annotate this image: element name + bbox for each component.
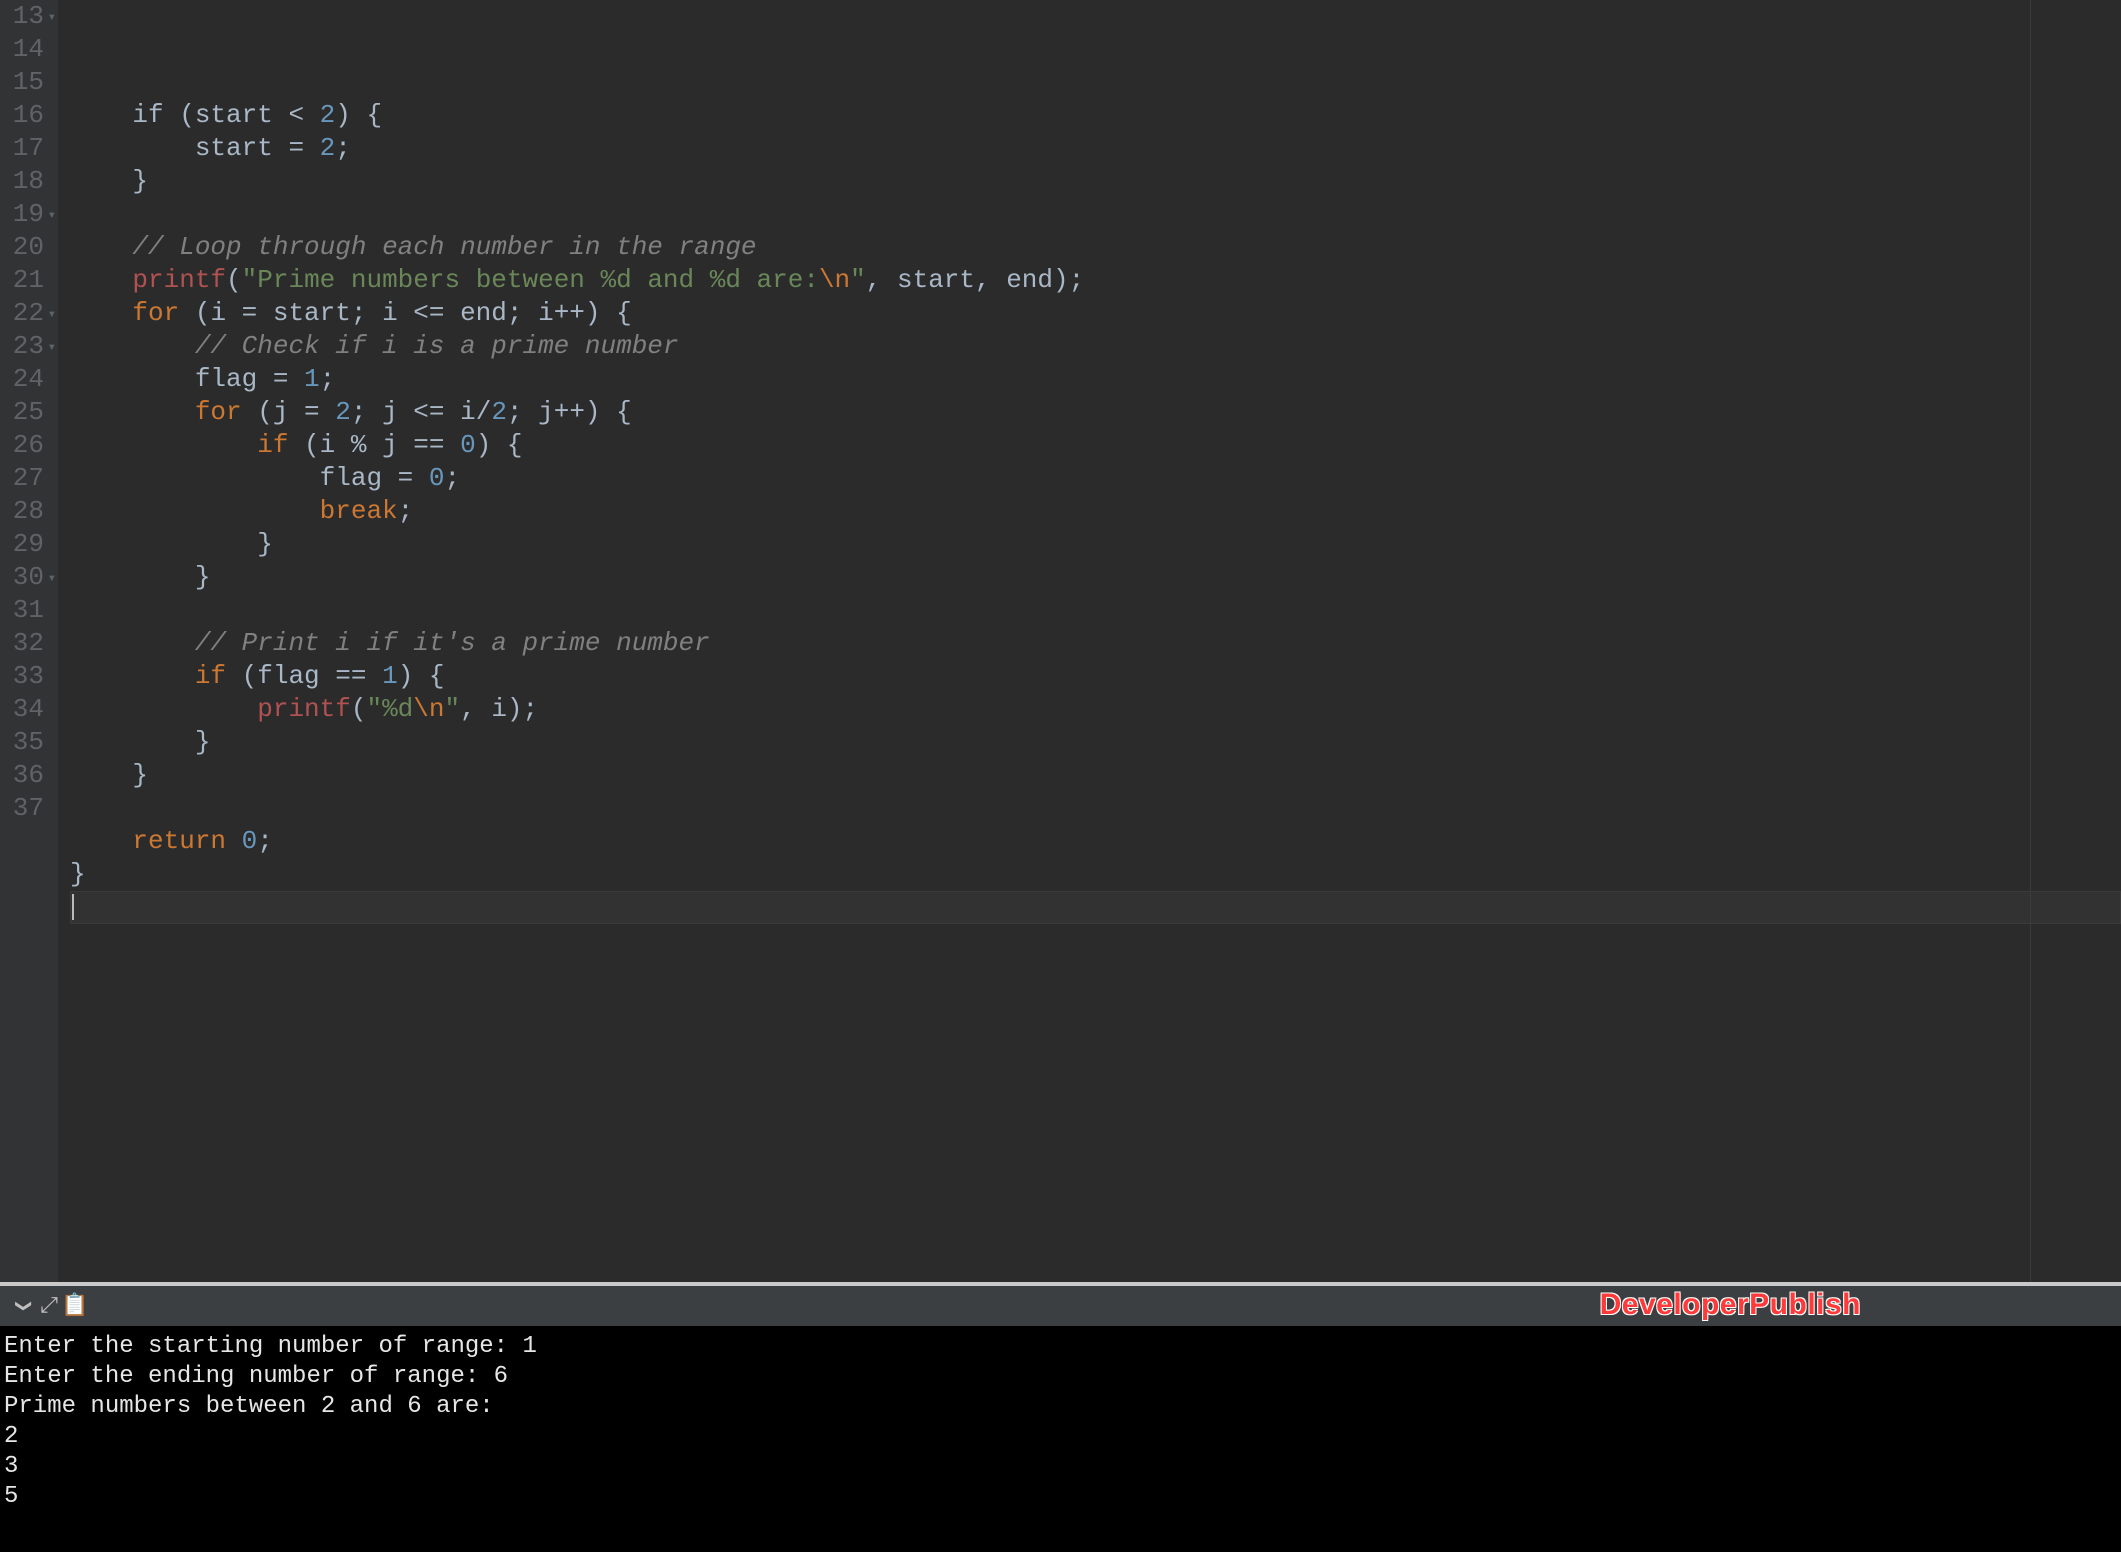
line-number[interactable]: 26 bbox=[8, 429, 44, 462]
code-line[interactable]: // Print i if it's a prime number bbox=[70, 627, 2121, 660]
app-root: 1314151617181920212223242526272829303132… bbox=[0, 0, 2121, 1552]
code-line[interactable] bbox=[70, 891, 2121, 924]
code-line[interactable]: if (i % j == 0) { bbox=[70, 429, 2121, 462]
copy-icon[interactable]: 📋 bbox=[62, 1293, 88, 1319]
line-number[interactable]: 31 bbox=[8, 594, 44, 627]
line-number[interactable]: 27 bbox=[8, 462, 44, 495]
code-line[interactable]: } bbox=[70, 165, 2121, 198]
line-number[interactable]: 25 bbox=[8, 396, 44, 429]
line-number[interactable]: 20 bbox=[8, 231, 44, 264]
code-line[interactable]: flag = 1; bbox=[70, 363, 2121, 396]
editor-pane: 1314151617181920212223242526272829303132… bbox=[0, 0, 2121, 1282]
code-line[interactable]: // Loop through each number in the range bbox=[70, 231, 2121, 264]
code-line[interactable] bbox=[70, 792, 2121, 825]
code-line[interactable]: if (start < 2) { bbox=[70, 99, 2121, 132]
code-line[interactable]: } bbox=[70, 726, 2121, 759]
code-line[interactable] bbox=[70, 594, 2121, 627]
right-margin-guide bbox=[2030, 0, 2031, 1282]
line-number[interactable]: 30 bbox=[8, 561, 44, 594]
line-number[interactable]: 16 bbox=[8, 99, 44, 132]
line-number[interactable]: 35 bbox=[8, 726, 44, 759]
line-number[interactable]: 28 bbox=[8, 495, 44, 528]
watermark-text: DeveloperPublish bbox=[1600, 1288, 1861, 1322]
code-line[interactable]: flag = 0; bbox=[70, 462, 2121, 495]
line-number[interactable]: 32 bbox=[8, 627, 44, 660]
code-line[interactable]: for (i = start; i <= end; i++) { bbox=[70, 297, 2121, 330]
collapse-icon[interactable]: ❯ bbox=[10, 1293, 36, 1319]
code-line[interactable]: } bbox=[70, 858, 2121, 891]
line-number[interactable]: 22 bbox=[8, 297, 44, 330]
line-number[interactable]: 17 bbox=[8, 132, 44, 165]
code-line[interactable]: if (flag == 1) { bbox=[70, 660, 2121, 693]
code-line[interactable]: printf("%d\n", i); bbox=[70, 693, 2121, 726]
code-line[interactable] bbox=[70, 198, 2121, 231]
line-number[interactable]: 36 bbox=[8, 759, 44, 792]
code-line[interactable]: } bbox=[70, 528, 2121, 561]
line-number[interactable]: 15 bbox=[8, 66, 44, 99]
console-output[interactable]: Enter the starting number of range: 1 En… bbox=[0, 1326, 2121, 1552]
code-line[interactable]: for (j = 2; j <= i/2; j++) { bbox=[70, 396, 2121, 429]
line-number[interactable]: 24 bbox=[8, 363, 44, 396]
expand-icon[interactable]: ⤢ bbox=[36, 1293, 62, 1319]
code-line[interactable]: return 0; bbox=[70, 825, 2121, 858]
line-number[interactable]: 19 bbox=[8, 198, 44, 231]
line-number[interactable]: 14 bbox=[8, 33, 44, 66]
line-number[interactable]: 13 bbox=[8, 0, 44, 33]
line-number[interactable]: 34 bbox=[8, 693, 44, 726]
line-number[interactable]: 33 bbox=[8, 660, 44, 693]
code-line[interactable]: } bbox=[70, 561, 2121, 594]
line-number[interactable]: 37 bbox=[8, 792, 44, 825]
caret bbox=[72, 894, 74, 920]
code-line[interactable]: break; bbox=[70, 495, 2121, 528]
line-number[interactable]: 29 bbox=[8, 528, 44, 561]
line-number[interactable]: 18 bbox=[8, 165, 44, 198]
code-line[interactable]: printf("Prime numbers between %d and %d … bbox=[70, 264, 2121, 297]
line-number[interactable]: 21 bbox=[8, 264, 44, 297]
code-line[interactable]: start = 2; bbox=[70, 132, 2121, 165]
code-line[interactable]: } bbox=[70, 759, 2121, 792]
code-line[interactable]: // Check if i is a prime number bbox=[70, 330, 2121, 363]
code-area[interactable]: if (start < 2) { start = 2; } // Loop th… bbox=[58, 0, 2121, 1282]
line-number-gutter[interactable]: 1314151617181920212223242526272829303132… bbox=[0, 0, 58, 1282]
line-number[interactable]: 23 bbox=[8, 330, 44, 363]
console-toolbar: ❯⤢📋 DeveloperPublish bbox=[0, 1286, 2121, 1326]
